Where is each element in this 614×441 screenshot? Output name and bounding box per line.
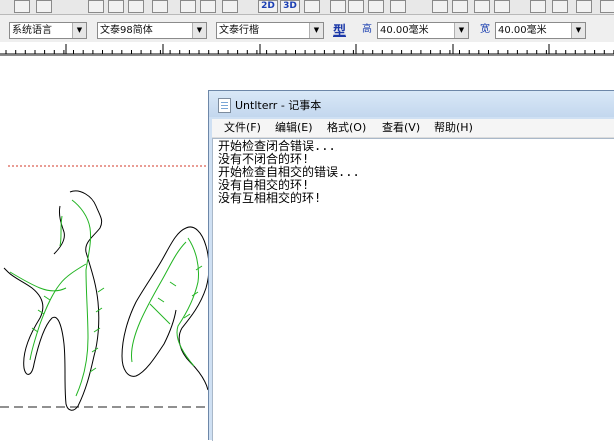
main-toolbar: 2D 3D: [0, 0, 614, 15]
height-field[interactable]: 40.00毫米 ▼: [377, 22, 469, 39]
toolbar-button[interactable]: [348, 0, 364, 13]
menu-edit[interactable]: 编辑(E): [275, 119, 313, 137]
chevron-down-icon[interactable]: ▼: [309, 23, 323, 38]
toolbar-button[interactable]: [304, 0, 320, 13]
notepad-titlebar[interactable]: Untlterr - 记事本: [209, 91, 614, 117]
log-line: 没有互相相交的环!: [218, 191, 322, 205]
align-center-icon[interactable]: [552, 0, 568, 13]
ruler-ticks: [0, 44, 614, 55]
print-icon[interactable]: [128, 0, 144, 13]
toolbar-button[interactable]: [368, 0, 384, 13]
width-field-value: 40.00毫米: [498, 25, 547, 36]
glyph-skeleton-lines: [9, 199, 203, 397]
text-frame-icon[interactable]: [452, 0, 468, 13]
font-select-value: 文泰98简体: [100, 25, 153, 36]
toolbar-button[interactable]: [36, 0, 52, 13]
width-label: 宽: [480, 24, 490, 35]
align-right-icon[interactable]: [576, 0, 592, 13]
toolbar-button[interactable]: [14, 0, 30, 13]
type-button[interactable]: 型: [333, 20, 346, 39]
width-field[interactable]: 40.00毫米 ▼: [495, 22, 586, 39]
font-select[interactable]: 文泰98简体 ▼: [97, 22, 207, 39]
notepad-text-area[interactable]: 开始检查闭合错误... 没有不闭合的环! 开始检查自相交的错误... 没有自相交…: [212, 138, 614, 441]
2d-button[interactable]: 2D: [258, 0, 278, 13]
language-select-value: 系统语言: [12, 25, 52, 36]
3d-button[interactable]: 3D: [280, 0, 300, 13]
toolbar-button[interactable]: [330, 0, 346, 13]
justify-icon[interactable]: [600, 0, 614, 13]
menu-format[interactable]: 格式(O): [327, 119, 366, 137]
style-select-value: 文泰行楷: [219, 25, 259, 36]
chevron-down-icon[interactable]: ▼: [72, 23, 86, 38]
image-icon[interactable]: [180, 0, 196, 13]
italic-icon[interactable]: [474, 0, 490, 13]
menu-file[interactable]: 文件(F): [224, 119, 261, 137]
menu-help[interactable]: 帮助(H): [434, 119, 473, 137]
notepad-menubar: 文件(F) 编辑(E) 格式(O) 查看(V) 帮助(H): [212, 119, 614, 138]
edit-icon[interactable]: [494, 0, 510, 13]
pen-icon[interactable]: [108, 0, 124, 13]
chevron-down-icon[interactable]: ▼: [192, 23, 206, 38]
glyph-outline-right: [121, 226, 210, 391]
language-select[interactable]: 系统语言 ▼: [9, 22, 87, 39]
height-label: 高: [362, 24, 372, 35]
format-toolbar: 系统语言 ▼ 文泰98简体 ▼ 文泰行楷 ▼ 型 高 40.00毫米 ▼ 宽 4…: [0, 15, 614, 42]
chevron-down-icon[interactable]: ▼: [571, 23, 585, 38]
horizontal-ruler: [0, 42, 614, 56]
toolbar-button[interactable]: [390, 0, 406, 13]
notepad-window[interactable]: Untlterr - 记事本 文件(F) 编辑(E) 格式(O) 查看(V) 帮…: [208, 90, 614, 441]
tool-icon[interactable]: [200, 0, 216, 13]
align-left-icon[interactable]: [530, 0, 546, 13]
notepad-title: Untlterr - 记事本: [235, 99, 322, 112]
chevron-down-icon[interactable]: ▼: [454, 23, 468, 38]
preview-icon[interactable]: [152, 0, 168, 13]
style-select[interactable]: 文泰行楷 ▼: [216, 22, 324, 39]
notepad-icon: [218, 98, 231, 113]
wrench-icon[interactable]: [222, 0, 238, 13]
brush-icon[interactable]: [88, 0, 104, 13]
height-field-value: 40.00毫米: [380, 25, 429, 36]
menu-view[interactable]: 查看(V): [382, 119, 420, 137]
text-tool-icon[interactable]: [432, 0, 448, 13]
